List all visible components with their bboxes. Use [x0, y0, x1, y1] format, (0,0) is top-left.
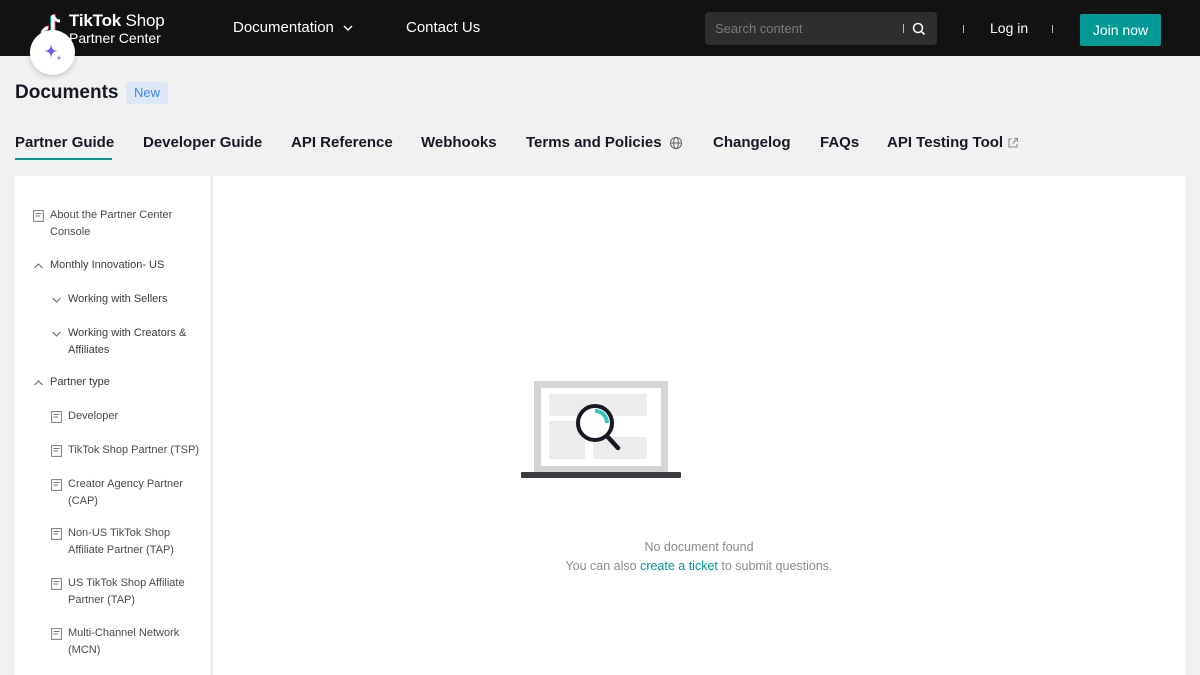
active-tab-indicator [15, 158, 112, 160]
tab-api-reference[interactable]: API Reference [291, 134, 393, 151]
sidebar-nav: About the Partner Center Console Monthly… [15, 176, 212, 675]
chevron-down-icon [343, 24, 353, 31]
sparkle-icon [43, 43, 62, 61]
ai-assistant-button[interactable] [30, 30, 75, 75]
divider [963, 25, 964, 33]
empty-search-illustration [521, 381, 681, 478]
tab-api-testing-tool-label: API Testing Tool [887, 134, 1004, 151]
tab-api-testing-tool[interactable]: API Testing Tool [887, 134, 1019, 151]
tab-partner-guide[interactable]: Partner Guide [15, 134, 114, 151]
document-icon [51, 628, 62, 640]
search-input[interactable] [705, 12, 895, 45]
nav-contact-us[interactable]: Contact Us [406, 19, 480, 36]
search-icon[interactable] [911, 21, 927, 37]
globe-icon [669, 136, 682, 149]
tab-developer-guide[interactable]: Developer Guide [143, 134, 262, 151]
document-icon [51, 411, 62, 423]
chevron-up-icon [34, 380, 43, 386]
document-icon [51, 445, 62, 457]
tab-webhooks[interactable]: Webhooks [421, 134, 497, 151]
tab-terms-and-policies-label: Terms and Policies [526, 134, 662, 151]
create-ticket-link[interactable]: create a ticket [640, 559, 718, 573]
top-navigation-bar: TikTok Shop Partner Center Documentation… [0, 0, 1200, 56]
divider [1052, 25, 1053, 33]
document-content-area: No document found You can also create a … [213, 176, 1185, 675]
login-link[interactable]: Log in [990, 20, 1028, 36]
logo-title: TikTok Shop [69, 11, 165, 30]
nav-documentation-label: Documentation [233, 19, 334, 36]
chevron-down-icon [52, 331, 61, 337]
tab-faqs[interactable]: FAQs [820, 134, 859, 151]
chevron-up-icon [34, 263, 43, 269]
tab-changelog[interactable]: Changelog [713, 134, 791, 151]
document-icon [51, 528, 62, 540]
document-icon [33, 210, 44, 222]
tab-terms-and-policies[interactable]: Terms and Policies [526, 134, 683, 151]
join-now-button[interactable]: Join now [1080, 14, 1161, 46]
empty-state-message: You can also create a ticket to submit q… [565, 559, 833, 573]
nav-documentation[interactable]: Documentation [233, 19, 354, 36]
logo-subtitle: Partner Center [69, 30, 161, 46]
empty-state-title: No document found [644, 540, 754, 554]
document-icon [51, 578, 62, 590]
external-link-icon [1008, 137, 1019, 148]
search-box [705, 12, 937, 45]
new-badge: New [126, 82, 169, 104]
page-title: Documents [15, 82, 119, 103]
chevron-down-icon [52, 297, 61, 303]
document-icon [51, 479, 62, 491]
divider [903, 24, 904, 33]
